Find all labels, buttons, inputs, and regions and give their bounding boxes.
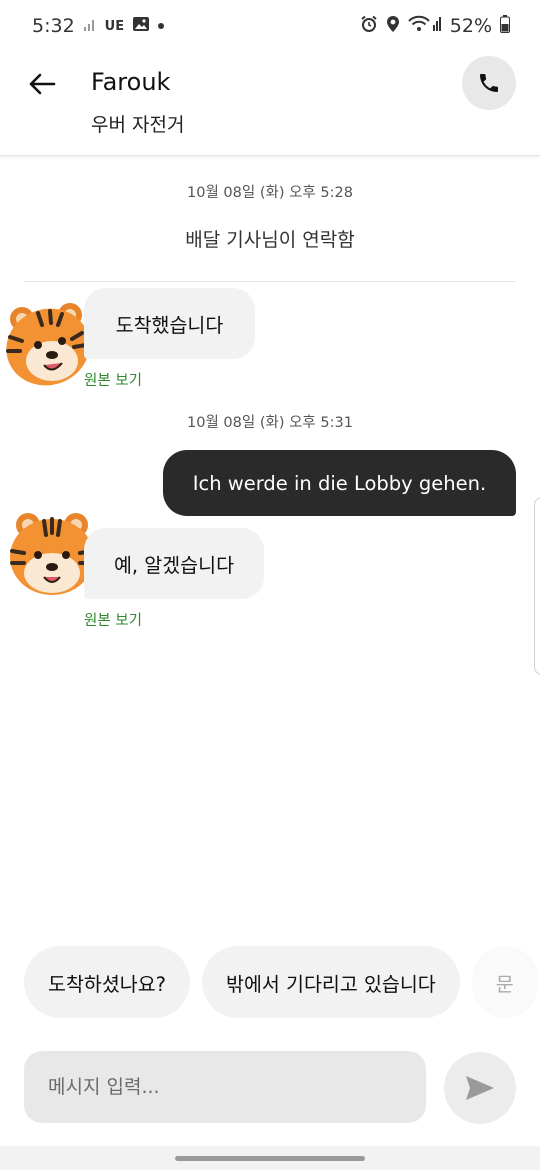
view-original-link[interactable]: 원본 보기 [84,369,142,390]
vehicle-type: 우버 자전거 [91,114,185,136]
system-message: 배달 기사님이 연락함 [185,229,355,251]
network-label: UE [104,18,125,34]
navigation-bar [0,1146,540,1170]
message-timestamp: 10월 08일 (화) 오후 5:31 [187,415,353,431]
status-time: 5:32 [32,15,75,37]
wifi-icon [408,15,442,38]
home-indicator[interactable] [175,1156,365,1161]
send-button[interactable] [444,1052,516,1124]
edge-panel-handle[interactable] [534,497,540,675]
outgoing-message-bubble[interactable]: Ich werde in die Lobby gehen. [163,450,516,516]
signal-icon [83,15,97,37]
call-button[interactable] [462,56,516,110]
message-text: Ich werde in die Lobby gehen. [192,471,487,495]
message-text: 예, 알겠습니다 [113,554,235,577]
quick-reply-chip[interactable]: 밖에서 기다리고 있습니다 [202,946,460,1018]
contact-name: Farouk [91,68,171,96]
battery-level: 52% [449,15,492,37]
back-button[interactable] [24,66,60,102]
message-timestamp: 10월 08일 (화) 오후 5:28 [187,185,353,201]
tiger-avatar [0,297,96,393]
battery-icon [500,14,510,38]
quick-reply-chip[interactable]: 도착하셨나요? [24,946,190,1018]
alarm-icon [360,15,378,38]
quick-reply-list: 도착하셨나요? 밖에서 기다리고 있습니다 문 [24,946,540,1018]
chat-header: Farouk 우버 자전거 [0,52,540,156]
divider [24,281,516,282]
quick-reply-chip[interactable]: 문 [471,946,538,1018]
phone-icon [480,74,498,92]
status-bar: 5:32 UE 52% [0,0,540,52]
incoming-message-bubble[interactable]: 예, 알겠습니다 [84,528,264,599]
location-icon [386,15,400,38]
message-input[interactable] [24,1051,426,1123]
view-original-link[interactable]: 원본 보기 [84,609,142,630]
message-text: 도착했습니다 [115,314,224,337]
gallery-icon [132,15,150,38]
incoming-message-bubble[interactable]: 도착했습니다 [84,288,255,359]
send-icon [466,1076,494,1100]
arrow-left-icon [29,73,56,95]
notification-dot-icon [158,23,165,29]
